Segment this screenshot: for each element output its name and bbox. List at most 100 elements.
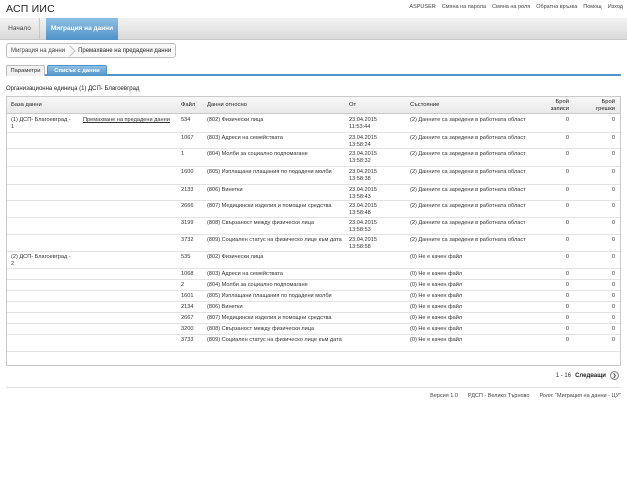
feedback-link[interactable]: Обратна връзка: [536, 4, 577, 10]
table-row: (2) ДСП- Благоевград - 2 535 (802) Физичес…: [7, 252, 620, 269]
cell-file: 1600: [181, 169, 194, 175]
cell-database: (1) ДСП- Благоевград - 1: [11, 117, 71, 130]
cell-file: 2133: [181, 187, 194, 193]
cell-file: 535: [181, 254, 191, 260]
user-link[interactable]: ASPUSER: [409, 4, 435, 10]
cell-errors: 0: [611, 203, 615, 209]
cell-state: (2) Данните са заредени в работната обла…: [410, 151, 526, 157]
table-row: 2 (804) Молби за социално подпомагане (0) …: [7, 280, 620, 291]
table-row: 3732 (809) Социален статус на физическо л…: [7, 235, 620, 252]
logout-link[interactable]: Изход: [608, 4, 623, 10]
table-row: 3200 (808) Свързаност между физически лиц…: [7, 324, 620, 335]
cell-file: 1601: [181, 293, 194, 299]
cell-state: (2) Данните са заредени в работната обла…: [410, 220, 526, 226]
cell-state: (2) Данните са заредени в работната обла…: [410, 135, 526, 141]
table-row: 3733 (809) Социален статус на физическо л…: [7, 335, 620, 352]
cell-state: (0) Не е качен файл: [410, 337, 463, 343]
footer-office: РДСП - Велико Търново: [467, 393, 530, 399]
cell-about: (802) Физически лица: [207, 117, 264, 123]
cell-about: (806) Винетки: [207, 187, 243, 193]
cell-state: (0) Не е качен файл: [410, 254, 463, 260]
tab-data-list[interactable]: Списък с данни: [47, 65, 107, 76]
cell-about: (807) Медицински изделия и помощни средс…: [207, 315, 332, 321]
chevron-right-icon[interactable]: ❯: [610, 371, 619, 380]
cell-file: 3732: [181, 237, 194, 243]
footer: Версия 1.0 РДСП - Велико Търново Роля: "…: [430, 393, 621, 399]
change-password-link[interactable]: Смяна на парола: [442, 4, 486, 10]
cell-file: 3199: [181, 220, 194, 226]
cell-about: (805) Изплащани плащания по подадени мол…: [207, 293, 332, 299]
cell-errors: 0: [611, 135, 615, 141]
header-from: От: [349, 102, 357, 108]
cell-about: (806) Винетки: [207, 304, 243, 310]
cell-about: (805) Изплащани плащания по подадени мол…: [207, 169, 332, 175]
table-row: 1067 (803) Адреси на семействата 23.04.201…: [7, 133, 620, 149]
cell-time: 13:58:24: [349, 141, 371, 148]
cell-errors: 0: [611, 304, 615, 310]
pager-range: 1 - 16: [555, 372, 572, 379]
cell-state: (0) Не е качен файл: [410, 304, 463, 310]
table-row: 1601 (805) Изплащани плащания по подадени…: [7, 291, 620, 302]
cell-records: 0: [565, 135, 569, 141]
header: АСП ИИС ASPUSER Смяна на парола Смяна на…: [0, 0, 627, 16]
table-row: 2133 (806) Винетки 23.04.2015 13:58:43 (2) Д…: [7, 185, 620, 201]
help-link[interactable]: Помощ: [583, 4, 601, 10]
cell-records: 0: [565, 203, 569, 209]
footer-version: Версия 1.0: [430, 393, 458, 399]
remove-data-link[interactable]: Премахване на предадени данни: [83, 117, 171, 124]
breadcrumb: Миграция на данни Премахване на предаден…: [6, 43, 177, 58]
cell-records: 0: [565, 293, 569, 299]
breadcrumb-current: Премахване на предадени данни: [78, 47, 172, 54]
cell-records: 0: [565, 220, 569, 226]
cell-about: (803) Адреси на семействата: [207, 135, 283, 141]
cell-state: (2) Данните са заредени в работната обла…: [410, 117, 526, 123]
cell-errors: 0: [611, 117, 615, 123]
cell-time: 13:58:48: [349, 209, 371, 216]
cell-file: 3733: [181, 337, 194, 343]
cell-records: 0: [565, 315, 569, 321]
cell-state: (2) Данните са заредени в работната обла…: [410, 187, 526, 193]
data-table: База данни Файл Данни относно От Състоян…: [6, 96, 621, 366]
cell-time: 13:58:32: [349, 157, 371, 164]
nav-tab-home[interactable]: Начало: [0, 18, 40, 40]
main-nav: Начало Миграция на данни: [0, 18, 627, 40]
header-file: Файл: [181, 102, 196, 108]
cell-file: 2666: [181, 203, 194, 209]
pager-next-label[interactable]: Следващи: [575, 373, 606, 379]
cell-time: 11:53:44: [349, 123, 371, 130]
table-row: 1 (804) Молби за социално подпомагане 23.0…: [7, 149, 620, 167]
cell-records: 0: [565, 237, 569, 243]
header-records: Брой записи: [550, 99, 569, 112]
nav-tab-migration[interactable]: Миграция на данни: [46, 18, 118, 40]
cell-records: 0: [565, 151, 569, 157]
cell-errors: 0: [611, 187, 615, 193]
cell-file: 1067: [181, 135, 194, 141]
footer-divider: [6, 387, 621, 388]
cell-time: 13:58:38: [349, 175, 371, 182]
change-role-link[interactable]: Смяна на роля: [492, 4, 530, 10]
tab-parameters[interactable]: Параметри: [6, 65, 45, 76]
table-row: 2666 (807) Медицински изделия и помощни с…: [7, 201, 620, 218]
cell-errors: 0: [611, 271, 615, 277]
cell-errors: 0: [611, 220, 615, 226]
cell-file: 2667: [181, 315, 194, 321]
breadcrumb-parent[interactable]: Миграция на данни: [11, 48, 65, 54]
cell-state: (2) Данните са заредени в работната обла…: [410, 169, 526, 175]
app-title: АСП ИИС: [6, 3, 55, 15]
cell-records: 0: [565, 326, 569, 332]
header-state: Състояние: [410, 102, 440, 108]
cell-state: (0) Не е качен файл: [410, 293, 463, 299]
cell-errors: 0: [611, 282, 615, 288]
table-row: 2667 (807) Медицински изделия и помощни с…: [7, 313, 620, 324]
cell-state: (0) Не е качен файл: [410, 315, 463, 321]
cell-about: (808) Свързаност между физически лица: [207, 326, 315, 332]
org-unit-label: Организационна единица (1) ДСП- Благоевг…: [6, 86, 140, 92]
table-row: (1) ДСП- Благоевград - 1 Премахване на пр…: [7, 115, 620, 133]
pager: 1 - 16 Следващи ❯: [556, 371, 619, 380]
cell-database: (2) ДСП- Благоевград - 2: [11, 254, 71, 267]
cell-about: (803) Адреси на семействата: [207, 271, 283, 277]
cell-file: 2: [181, 282, 185, 288]
cell-state: (0) Не е качен файл: [410, 326, 463, 332]
cell-about: (808) Свързаност между физически лица: [207, 220, 315, 226]
cell-about: (807) Медицински изделия и помощни средс…: [207, 203, 332, 209]
